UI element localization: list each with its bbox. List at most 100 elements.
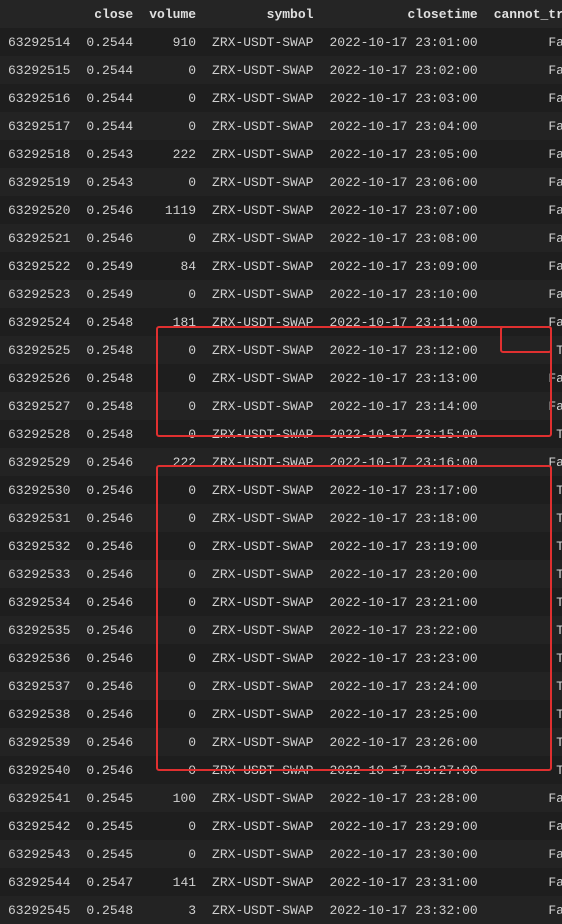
cell-volume: 0 bbox=[141, 672, 204, 700]
table-row[interactable]: 632925140.2544910ZRX-USDT-SWAP2022-10-17… bbox=[0, 28, 562, 56]
cell-volume: 0 bbox=[141, 504, 204, 532]
table-row[interactable]: 632925360.25460ZRX-USDT-SWAP2022-10-17 2… bbox=[0, 644, 562, 672]
table-row[interactable]: 632925210.25460ZRX-USDT-SWAP2022-10-17 2… bbox=[0, 224, 562, 252]
cell-volume: 0 bbox=[141, 56, 204, 84]
table-row[interactable]: 632925450.25483ZRX-USDT-SWAP2022-10-17 2… bbox=[0, 896, 562, 924]
cell-volume: 1119 bbox=[141, 196, 204, 224]
cell-cannot-trade: False bbox=[486, 896, 562, 924]
cell-index: 63292521 bbox=[0, 224, 78, 252]
table-row[interactable]: 632925430.25450ZRX-USDT-SWAP2022-10-17 2… bbox=[0, 840, 562, 868]
cell-volume: 0 bbox=[141, 644, 204, 672]
cell-symbol: ZRX-USDT-SWAP bbox=[204, 112, 321, 140]
cell-volume: 0 bbox=[141, 420, 204, 448]
cell-cannot-trade: False bbox=[486, 868, 562, 896]
table-row[interactable]: 632925250.25480ZRX-USDT-SWAP2022-10-17 2… bbox=[0, 336, 562, 364]
cell-symbol: ZRX-USDT-SWAP bbox=[204, 168, 321, 196]
table-row[interactable]: 632925190.25430ZRX-USDT-SWAP2022-10-17 2… bbox=[0, 168, 562, 196]
cell-close: 0.2546 bbox=[78, 672, 141, 700]
cell-closetime: 2022-10-17 23:09:00 bbox=[321, 252, 485, 280]
table-row[interactable]: 632925240.2548181ZRX-USDT-SWAP2022-10-17… bbox=[0, 308, 562, 336]
cell-volume: 0 bbox=[141, 756, 204, 784]
cell-closetime: 2022-10-17 23:03:00 bbox=[321, 84, 485, 112]
cell-symbol: ZRX-USDT-SWAP bbox=[204, 392, 321, 420]
table-row[interactable]: 632925410.2545100ZRX-USDT-SWAP2022-10-17… bbox=[0, 784, 562, 812]
cell-symbol: ZRX-USDT-SWAP bbox=[204, 728, 321, 756]
cell-close: 0.2548 bbox=[78, 336, 141, 364]
table-row[interactable]: 632925280.25480ZRX-USDT-SWAP2022-10-17 2… bbox=[0, 420, 562, 448]
table-row[interactable]: 632925340.25460ZRX-USDT-SWAP2022-10-17 2… bbox=[0, 588, 562, 616]
cell-close: 0.2547 bbox=[78, 868, 141, 896]
cell-closetime: 2022-10-17 23:21:00 bbox=[321, 588, 485, 616]
cell-cannot-trade: True bbox=[486, 700, 562, 728]
col-header-close: close bbox=[78, 0, 141, 28]
cell-close: 0.2546 bbox=[78, 224, 141, 252]
cell-closetime: 2022-10-17 23:13:00 bbox=[321, 364, 485, 392]
table-row[interactable]: 632925150.25440ZRX-USDT-SWAP2022-10-17 2… bbox=[0, 56, 562, 84]
table-row[interactable]: 632925270.25480ZRX-USDT-SWAP2022-10-17 2… bbox=[0, 392, 562, 420]
cell-index: 63292533 bbox=[0, 560, 78, 588]
cell-volume: 0 bbox=[141, 588, 204, 616]
cell-cannot-trade: False bbox=[486, 196, 562, 224]
cell-closetime: 2022-10-17 23:27:00 bbox=[321, 756, 485, 784]
table-row[interactable]: 632925420.25450ZRX-USDT-SWAP2022-10-17 2… bbox=[0, 812, 562, 840]
cell-index: 63292514 bbox=[0, 28, 78, 56]
cell-cannot-trade: False bbox=[486, 112, 562, 140]
cell-index: 63292543 bbox=[0, 840, 78, 868]
table-row[interactable]: 632925230.25490ZRX-USDT-SWAP2022-10-17 2… bbox=[0, 280, 562, 308]
cell-index: 63292526 bbox=[0, 364, 78, 392]
cell-index: 63292541 bbox=[0, 784, 78, 812]
cell-index: 63292525 bbox=[0, 336, 78, 364]
table-row[interactable]: 632925380.25460ZRX-USDT-SWAP2022-10-17 2… bbox=[0, 700, 562, 728]
cell-symbol: ZRX-USDT-SWAP bbox=[204, 336, 321, 364]
cell-closetime: 2022-10-17 23:14:00 bbox=[321, 392, 485, 420]
cell-index: 63292517 bbox=[0, 112, 78, 140]
table-row[interactable]: 632925260.25480ZRX-USDT-SWAP2022-10-17 2… bbox=[0, 364, 562, 392]
table-row[interactable]: 632925330.25460ZRX-USDT-SWAP2022-10-17 2… bbox=[0, 560, 562, 588]
cell-volume: 100 bbox=[141, 784, 204, 812]
data-table: close volume symbol closetime cannot_tra… bbox=[0, 0, 562, 924]
cell-symbol: ZRX-USDT-SWAP bbox=[204, 756, 321, 784]
cell-symbol: ZRX-USDT-SWAP bbox=[204, 560, 321, 588]
cell-close: 0.2544 bbox=[78, 112, 141, 140]
table-row[interactable]: 632925390.25460ZRX-USDT-SWAP2022-10-17 2… bbox=[0, 728, 562, 756]
cell-index: 63292542 bbox=[0, 812, 78, 840]
cell-cannot-trade: False bbox=[486, 84, 562, 112]
cell-symbol: ZRX-USDT-SWAP bbox=[204, 840, 321, 868]
cell-close: 0.2548 bbox=[78, 392, 141, 420]
cell-close: 0.2546 bbox=[78, 700, 141, 728]
cell-close: 0.2545 bbox=[78, 812, 141, 840]
table-row[interactable]: 632925300.25460ZRX-USDT-SWAP2022-10-17 2… bbox=[0, 476, 562, 504]
table-row[interactable]: 632925160.25440ZRX-USDT-SWAP2022-10-17 2… bbox=[0, 84, 562, 112]
table-row[interactable]: 632925180.2543222ZRX-USDT-SWAP2022-10-17… bbox=[0, 140, 562, 168]
cell-volume: 0 bbox=[141, 336, 204, 364]
cell-closetime: 2022-10-17 23:28:00 bbox=[321, 784, 485, 812]
table-row[interactable]: 632925310.25460ZRX-USDT-SWAP2022-10-17 2… bbox=[0, 504, 562, 532]
table-row[interactable]: 632925440.2547141ZRX-USDT-SWAP2022-10-17… bbox=[0, 868, 562, 896]
table-row[interactable]: 632925320.25460ZRX-USDT-SWAP2022-10-17 2… bbox=[0, 532, 562, 560]
table-row[interactable]: 632925350.25460ZRX-USDT-SWAP2022-10-17 2… bbox=[0, 616, 562, 644]
cell-index: 63292522 bbox=[0, 252, 78, 280]
cell-cannot-trade: False bbox=[486, 392, 562, 420]
cell-symbol: ZRX-USDT-SWAP bbox=[204, 700, 321, 728]
table-row[interactable]: 632925170.25440ZRX-USDT-SWAP2022-10-17 2… bbox=[0, 112, 562, 140]
cell-close: 0.2546 bbox=[78, 504, 141, 532]
cell-index: 63292520 bbox=[0, 196, 78, 224]
cell-close: 0.2548 bbox=[78, 364, 141, 392]
table-row[interactable]: 632925370.25460ZRX-USDT-SWAP2022-10-17 2… bbox=[0, 672, 562, 700]
cell-volume: 0 bbox=[141, 364, 204, 392]
cell-symbol: ZRX-USDT-SWAP bbox=[204, 224, 321, 252]
cell-close: 0.2546 bbox=[78, 532, 141, 560]
cell-close: 0.2546 bbox=[78, 616, 141, 644]
cell-closetime: 2022-10-17 23:02:00 bbox=[321, 56, 485, 84]
col-header-cannot-trade: cannot_trade bbox=[486, 0, 562, 28]
cell-index: 63292529 bbox=[0, 448, 78, 476]
cell-closetime: 2022-10-17 23:31:00 bbox=[321, 868, 485, 896]
col-header-volume: volume bbox=[141, 0, 204, 28]
table-row[interactable]: 632925400.25460ZRX-USDT-SWAP2022-10-17 2… bbox=[0, 756, 562, 784]
table-row[interactable]: 632925200.25461119ZRX-USDT-SWAP2022-10-1… bbox=[0, 196, 562, 224]
cell-index: 63292523 bbox=[0, 280, 78, 308]
cell-closetime: 2022-10-17 23:11:00 bbox=[321, 308, 485, 336]
table-row[interactable]: 632925290.2546222ZRX-USDT-SWAP2022-10-17… bbox=[0, 448, 562, 476]
table-header-row: close volume symbol closetime cannot_tra… bbox=[0, 0, 562, 28]
table-row[interactable]: 632925220.254984ZRX-USDT-SWAP2022-10-17 … bbox=[0, 252, 562, 280]
